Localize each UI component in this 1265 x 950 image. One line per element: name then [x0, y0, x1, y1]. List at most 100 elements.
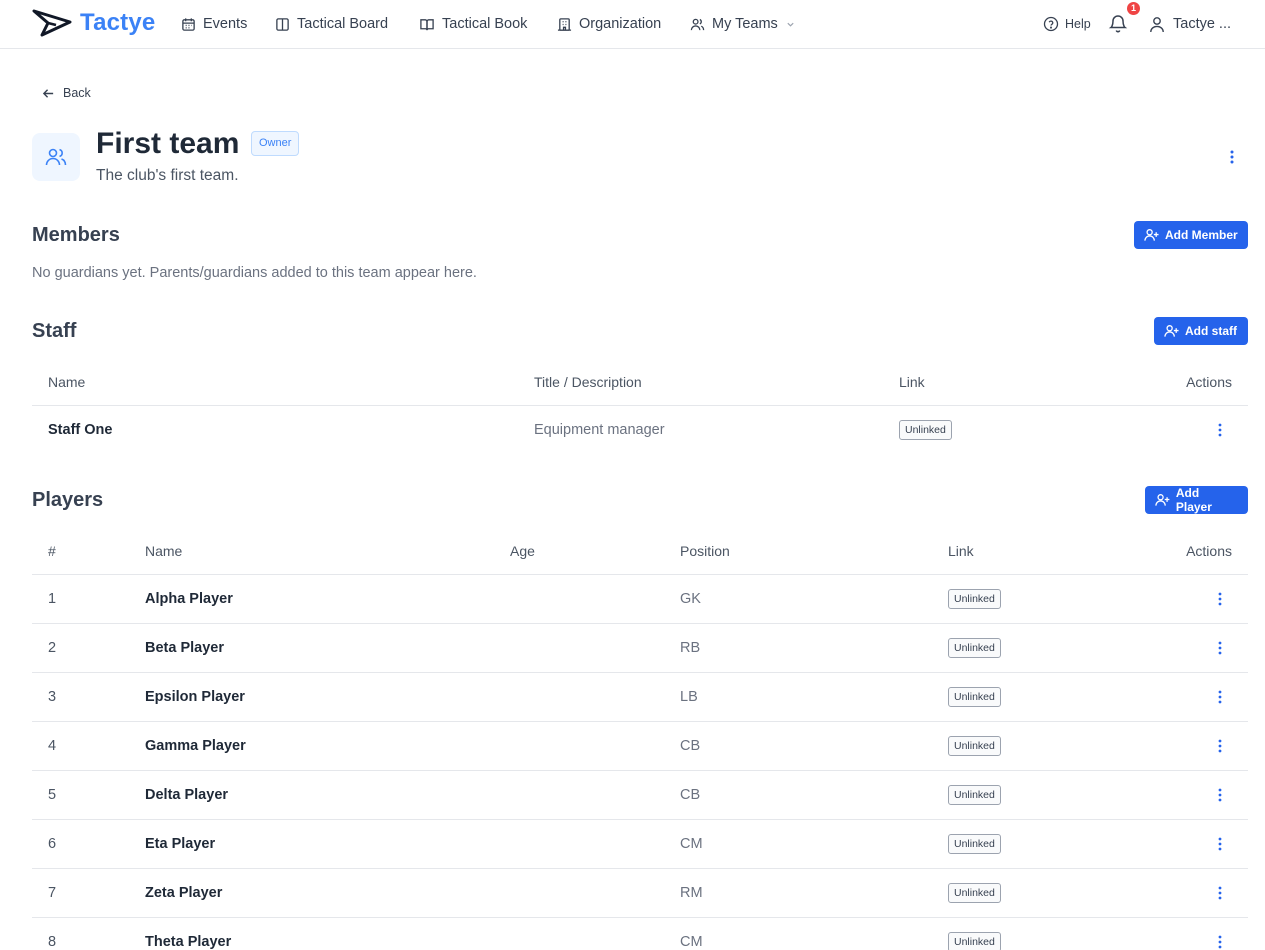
members-heading: Members: [32, 224, 120, 246]
brand-logo[interactable]: Tactye: [32, 8, 155, 38]
link-status-badge: Unlinked: [948, 638, 1001, 658]
add-member-label: Add Member: [1165, 228, 1238, 242]
player-name: Delta Player: [145, 787, 229, 803]
player-name: Zeta Player: [145, 885, 223, 901]
staff-title: Equipment manager: [534, 422, 665, 438]
back-label: Back: [63, 86, 91, 100]
notification-count-badge: 1: [1127, 2, 1140, 15]
user-menu-label: Tactye ...: [1173, 16, 1232, 32]
brand-name: Tactye: [80, 9, 156, 36]
row-actions-button[interactable]: [1214, 735, 1226, 757]
row-actions-button[interactable]: [1214, 686, 1226, 708]
link-status-badge: Unlinked: [899, 420, 952, 440]
user-plus-icon: [1164, 324, 1179, 337]
player-number: 8: [48, 934, 57, 950]
table-row: 1 Alpha Player GK Unlinked: [32, 575, 1248, 624]
staff-heading: Staff: [32, 320, 77, 342]
chevron-down-icon: [787, 22, 794, 27]
link-status-badge: Unlinked: [948, 883, 1001, 903]
player-name: Epsilon Player: [145, 689, 245, 705]
table-row: 5 Delta Player CB Unlinked: [32, 771, 1248, 820]
column-header-link: Link: [899, 374, 925, 390]
player-number: 3: [48, 689, 57, 705]
link-status-badge: Unlinked: [948, 785, 1001, 805]
column-header-name: Name: [48, 374, 86, 390]
page-title: First team: [96, 127, 240, 160]
row-actions-button[interactable]: [1214, 588, 1226, 610]
column-header-title: Title / Description: [534, 374, 642, 390]
user-menu[interactable]: Tactye ...: [1149, 0, 1231, 48]
nav-tactical-board-label: Tactical Board: [297, 16, 389, 32]
column-header-name: Name: [145, 543, 183, 559]
column-header-number: #: [48, 543, 56, 559]
link-status-badge: Unlinked: [948, 736, 1001, 756]
player-number: 4: [48, 738, 57, 754]
player-name: Alpha Player: [145, 591, 233, 607]
help-link[interactable]: Help: [1043, 0, 1091, 48]
nav-tactical-book[interactable]: Tactical Book: [419, 0, 527, 48]
player-name: Beta Player: [145, 640, 224, 656]
more-vertical-icon: [1230, 150, 1234, 164]
back-link[interactable]: Back: [42, 86, 91, 100]
player-number: 2: [48, 640, 57, 656]
row-actions-button[interactable]: [1214, 931, 1226, 950]
player-position: RM: [680, 885, 703, 901]
nav-events-label: Events: [203, 16, 248, 32]
row-actions-button[interactable]: [1214, 784, 1226, 806]
top-navigation: Tactye Events Tactical Board Tactical Bo…: [0, 0, 1265, 49]
player-number: 5: [48, 787, 57, 803]
more-vertical-icon: [1218, 788, 1222, 802]
more-vertical-icon: [1218, 739, 1222, 753]
player-position: CM: [680, 836, 703, 852]
add-staff-label: Add staff: [1185, 324, 1237, 338]
more-vertical-icon: [1218, 837, 1222, 851]
player-position: CB: [680, 787, 701, 803]
users-icon: [45, 148, 67, 166]
staff-table: Name Title / Description Link Actions St…: [32, 358, 1248, 455]
players-table-header: # Name Age Position Link Actions: [32, 527, 1248, 575]
player-number: 6: [48, 836, 57, 852]
table-row: 8 Theta Player CM Unlinked: [32, 918, 1248, 950]
player-name: Eta Player: [145, 836, 216, 852]
player-position: CB: [680, 738, 701, 754]
nav-organization[interactable]: Organization: [557, 0, 661, 48]
staff-name: Staff One: [48, 422, 113, 438]
role-badge: Owner: [251, 131, 300, 156]
players-table-body: 1 Alpha Player GK Unlinked 2 Beta Player RB Unl…: [32, 575, 1248, 950]
nav-tactical-board[interactable]: Tactical Board: [275, 0, 388, 48]
users-icon: [690, 18, 705, 30]
link-status-badge: Unlinked: [948, 932, 1001, 950]
player-number: 7: [48, 885, 57, 901]
player-position: RB: [680, 640, 701, 656]
calendar-icon: [182, 17, 195, 31]
nav-events[interactable]: Events: [181, 0, 247, 48]
row-actions-button[interactable]: [1214, 833, 1226, 855]
row-actions-button[interactable]: [1214, 882, 1226, 904]
notifications-button[interactable]: [1108, 12, 1130, 36]
table-row: 3 Epsilon Player LB Unlinked: [32, 673, 1248, 722]
members-empty-state: No guardians yet. Parents/guardians adde…: [32, 265, 477, 281]
nav-my-teams[interactable]: My Teams: [690, 0, 795, 48]
building-icon: [557, 17, 572, 31]
row-actions-button[interactable]: [1214, 637, 1226, 659]
team-avatar: [32, 133, 80, 181]
player-position: GK: [680, 591, 701, 607]
team-options-button[interactable]: [1222, 145, 1242, 169]
more-vertical-icon: [1218, 641, 1222, 655]
nav-my-teams-label: My Teams: [712, 16, 778, 32]
column-header-age: Age: [510, 543, 535, 559]
arrow-left-icon: [42, 88, 54, 98]
row-actions-button[interactable]: [1214, 419, 1226, 441]
add-staff-button[interactable]: Add staff: [1154, 317, 1248, 345]
bell-icon: [1108, 15, 1128, 33]
add-member-button[interactable]: Add Member: [1134, 221, 1248, 249]
more-vertical-icon: [1218, 886, 1222, 900]
help-circle-icon: [1043, 16, 1059, 32]
add-player-button[interactable]: Add Player: [1145, 486, 1248, 514]
link-status-badge: Unlinked: [948, 589, 1001, 609]
nav-organization-label: Organization: [579, 16, 662, 32]
player-name: Gamma Player: [145, 738, 246, 754]
tactye-logo-icon: [32, 9, 72, 37]
more-vertical-icon: [1218, 423, 1222, 437]
link-status-badge: Unlinked: [948, 834, 1001, 854]
